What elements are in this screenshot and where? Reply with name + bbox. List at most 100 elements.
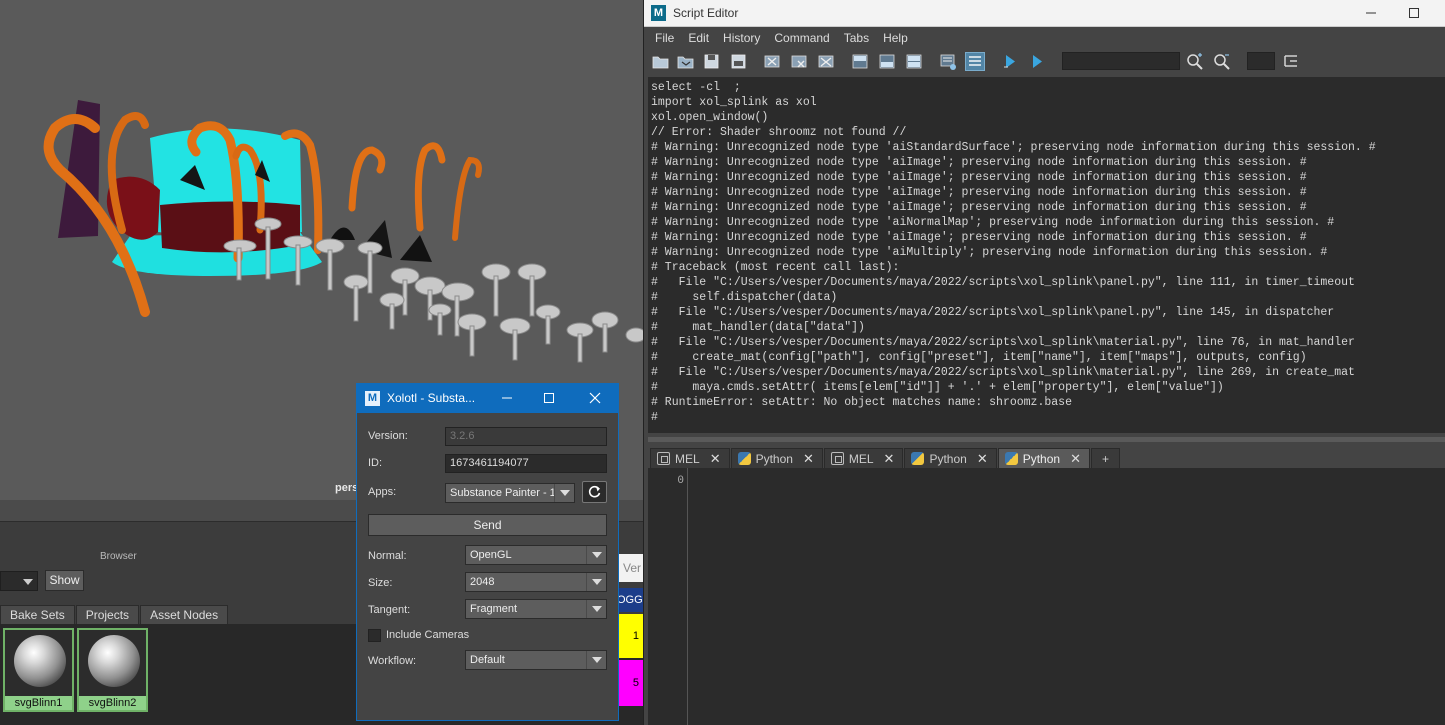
mel-icon	[657, 452, 670, 465]
tab-mel-1[interactable]: MEL ✕	[650, 448, 730, 468]
history-line: select -cl ;	[651, 81, 741, 94]
go-to-line-input[interactable]	[1247, 52, 1275, 70]
history-line: #	[651, 411, 658, 424]
menu-history[interactable]: History	[716, 27, 767, 49]
close-icon[interactable]: ✕	[710, 451, 721, 467]
size-label: Size:	[368, 577, 393, 589]
add-tab-button[interactable]: +	[1090, 448, 1120, 468]
workflow-dropdown[interactable]: Default	[465, 650, 607, 670]
close-icon[interactable]: ✕	[1070, 451, 1081, 467]
xolotl-titlebar[interactable]: M Xolotl - Substa...	[357, 384, 618, 413]
size-dropdown[interactable]: 2048	[465, 572, 607, 592]
tab-mel-2[interactable]: MEL ✕	[823, 448, 904, 468]
history-line: # File "C:/Users/vesper/Documents/maya/2…	[651, 366, 1355, 379]
material-name: svgBlinn2	[79, 696, 146, 710]
script-editor-titlebar[interactable]: M Script Editor	[644, 0, 1445, 27]
normal-selected: OpenGL	[470, 549, 512, 561]
minimize-icon[interactable]	[1361, 4, 1381, 22]
show-button[interactable]: Show	[45, 570, 84, 591]
close-icon[interactable]: ✕	[803, 451, 814, 467]
history-line: # Warning: Unrecognized node type 'aiIma…	[651, 231, 1307, 244]
search-input[interactable]	[1062, 52, 1180, 70]
script-input-editor[interactable]: 0	[648, 468, 1445, 725]
search-next-icon[interactable]	[1212, 52, 1232, 71]
echo-all-icon[interactable]	[938, 52, 958, 71]
tab-asset-nodes[interactable]: Asset Nodes	[140, 605, 229, 624]
id-field[interactable]: 1673461194077	[445, 454, 607, 473]
maximize-icon[interactable]	[539, 389, 559, 407]
save-script-icon[interactable]	[702, 52, 722, 71]
close-icon[interactable]: ✕	[977, 451, 988, 467]
tab-bake-sets[interactable]: Bake Sets	[0, 605, 75, 624]
tab-python-2[interactable]: Python ✕	[904, 448, 997, 468]
tab-label: Python	[1022, 451, 1061, 466]
maximize-icon[interactable]	[1404, 4, 1424, 22]
show-input-icon[interactable]	[877, 52, 897, 71]
history-line: import xol_splink as xol	[651, 96, 817, 109]
search-icon[interactable]	[1185, 52, 1205, 71]
show-both-icon[interactable]	[904, 52, 924, 71]
menu-command[interactable]: Command	[767, 27, 836, 49]
clear-input-icon[interactable]	[789, 52, 809, 71]
history-line: # Warning: Unrecognized node type 'aiNor…	[651, 216, 1335, 229]
browser-tabs: Bake Sets Projects Asset Nodes	[0, 605, 229, 624]
history-line: xol.open_window()	[651, 111, 769, 124]
version-label: Version:	[368, 430, 408, 442]
send-button[interactable]: Send	[368, 514, 607, 536]
chevron-down-icon	[586, 651, 606, 669]
apps-dropdown[interactable]: Substance Painter - 1	[445, 483, 575, 503]
pane-splitter[interactable]	[648, 437, 1445, 442]
tab-projects[interactable]: Projects	[75, 605, 140, 624]
close-icon[interactable]: ✕	[884, 451, 895, 467]
normal-dropdown[interactable]: OpenGL	[465, 545, 607, 565]
tangent-dropdown[interactable]: Fragment	[465, 599, 607, 619]
execute-all-icon[interactable]	[1000, 52, 1020, 71]
tangent-selected: Fragment	[470, 603, 518, 615]
script-editor-window: M Script Editor File Edit History Comman…	[643, 0, 1445, 725]
tab-python-1[interactable]: Python ✕	[730, 448, 823, 468]
chevron-down-icon	[554, 484, 574, 502]
indent-icon[interactable]	[1281, 52, 1301, 71]
menu-tabs[interactable]: Tabs	[837, 27, 876, 49]
history-line: # Warning: Unrecognized node type 'aiMul…	[651, 246, 1328, 259]
close-icon[interactable]	[585, 389, 605, 407]
include-cameras-label: Include Cameras	[386, 629, 470, 641]
material-preview-sphere	[88, 635, 140, 687]
clear-history-icon[interactable]	[762, 52, 782, 71]
xolotl-body: Version: 3.2.6 ID: 1673461194077 Apps: S…	[357, 413, 618, 720]
show-history-icon[interactable]	[850, 52, 870, 71]
menu-edit[interactable]: Edit	[681, 27, 716, 49]
history-line: # Warning: Unrecognized node type 'aiIma…	[651, 201, 1307, 214]
history-line: # RuntimeError: setAttr: No object match…	[651, 396, 1072, 409]
history-line: # Warning: Unrecognized node type 'aiIma…	[651, 171, 1307, 184]
tangent-label: Tangent:	[368, 604, 411, 616]
execute-icon[interactable]	[1027, 52, 1047, 71]
refresh-button[interactable]	[582, 481, 607, 503]
save-to-shelf-icon[interactable]	[729, 52, 749, 71]
script-editor-toolbar	[644, 49, 1445, 75]
material-swatch-svgBlinn1[interactable]: svgBlinn1	[3, 628, 74, 712]
python-icon	[737, 452, 751, 465]
clear-all-icon[interactable]	[816, 52, 836, 71]
tab-python-3[interactable]: Python ✕	[997, 448, 1090, 468]
menu-file[interactable]: File	[648, 27, 681, 49]
menu-help[interactable]: Help	[876, 27, 915, 49]
line-numbers-icon[interactable]	[965, 52, 985, 71]
magenta-cell: 5	[617, 660, 643, 706]
browser-dropdown[interactable]	[0, 571, 38, 591]
open-script-icon[interactable]	[651, 52, 671, 71]
version-field-stub[interactable]: Ver	[617, 554, 643, 582]
history-line: # File "C:/Users/vesper/Documents/maya/2…	[651, 306, 1335, 319]
browser-label: Browser	[100, 551, 137, 562]
minimize-icon[interactable]	[497, 389, 517, 407]
source-script-icon[interactable]	[676, 52, 696, 71]
history-line: # Traceback (most recent call last):	[651, 261, 900, 274]
material-swatch-svgBlinn2[interactable]: svgBlinn2	[77, 628, 148, 712]
include-cameras-checkbox[interactable]	[368, 629, 381, 642]
script-editor-menubar: File Edit History Command Tabs Help	[644, 27, 1445, 49]
desktop: persp Browser Show Bake Sets Projects As…	[0, 0, 1445, 725]
line-number: 0	[677, 475, 684, 487]
script-history-output[interactable]: select -cl ; import xol_splink as xol xo…	[648, 77, 1445, 433]
history-line: // Error: Shader shroomz not found //	[651, 126, 907, 139]
apps-label: Apps:	[368, 486, 397, 498]
